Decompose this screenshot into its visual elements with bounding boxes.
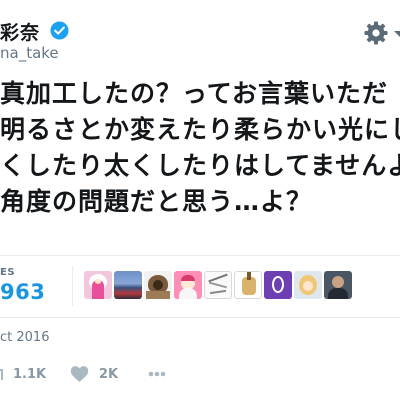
likes-count[interactable]: 963 [0,280,45,304]
avatar[interactable] [234,271,262,299]
verified-badge-icon [50,21,69,40]
more-options-button[interactable] [148,364,166,384]
tweet-text-line: 真加工したの？ってお言葉いただ [0,79,389,108]
divider [0,255,400,256]
avatar[interactable] [174,271,202,299]
tweet-timestamp[interactable]: ct 2016 [0,330,49,345]
stats-separator [72,266,73,306]
liker-avatars [84,271,352,299]
avatar[interactable] [204,271,232,299]
avatar[interactable] [84,271,112,299]
tweet-text: 真加工したの？ってお言葉いただ 明るさとか変えたり柔らかい光にし くしたり太くし… [0,76,400,220]
avatar[interactable] [114,271,142,299]
tweet-text-line: 角度の問題だと思う…よ？ [0,187,313,216]
tweet-text-line: くしたり太くしたりはしてませんよー [0,151,400,180]
avatar[interactable] [144,271,172,299]
avatar[interactable] [324,271,352,299]
gear-icon[interactable] [363,20,389,46]
like-button[interactable]: 2K [70,364,118,384]
likes-label: ES [0,267,16,278]
retweet-icon [0,364,3,384]
divider [0,317,400,318]
like-count: 2K [99,366,119,382]
avatar[interactable] [264,271,292,299]
display-name[interactable]: 彩奈 [0,18,40,45]
avatar[interactable] [294,271,322,299]
retweet-count: 1.1K [13,366,47,382]
heart-icon [70,365,89,383]
tweet-text-line: 明るさとか変えたり柔らかい光にし [0,115,400,144]
user-handle[interactable]: na_take [0,44,59,62]
more-dots-icon [148,371,166,377]
chevron-down-icon[interactable] [393,26,400,40]
retweet-button[interactable]: 1.1K [0,364,46,384]
